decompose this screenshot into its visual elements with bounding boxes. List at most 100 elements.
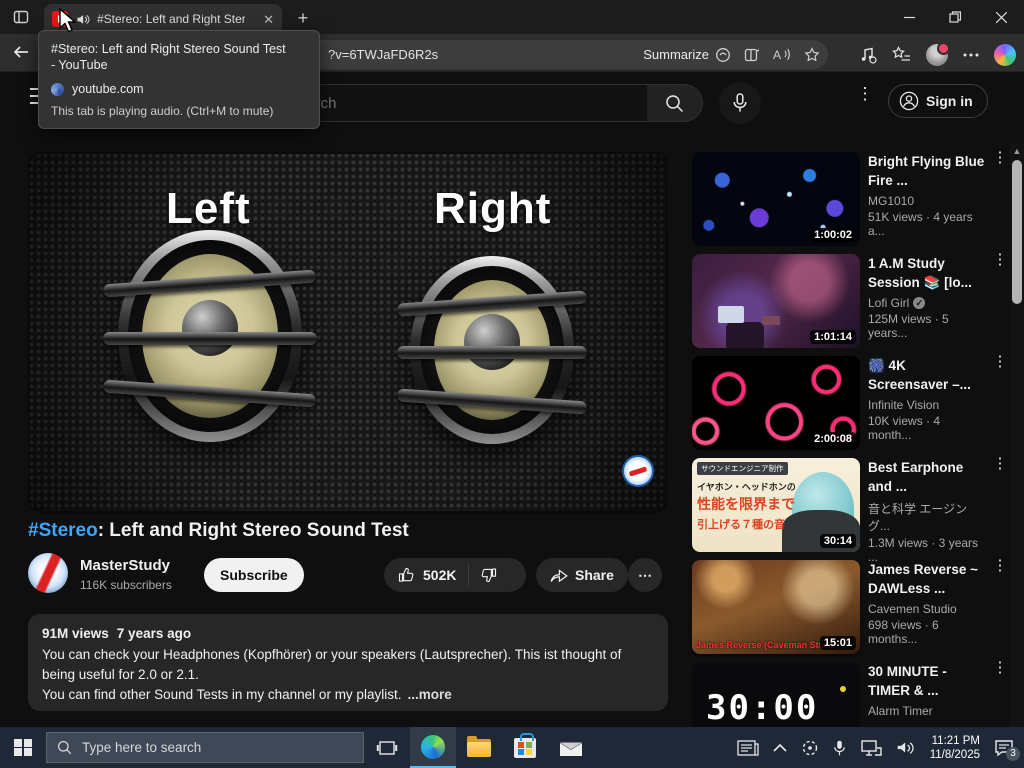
tab-close-button[interactable]: ✕ xyxy=(263,13,274,26)
taskbar-edge-button[interactable] xyxy=(410,727,456,768)
scroll-up-icon[interactable]: ▲ xyxy=(1010,144,1024,158)
read-aloud-icon[interactable]: A xyxy=(773,47,791,62)
thumbnail-text: 引上げる７種の音 xyxy=(697,519,785,531)
task-view-button[interactable] xyxy=(364,727,410,768)
video-channel[interactable]: Lofi Girl ✓ xyxy=(868,296,986,310)
verified-badge-icon: ✓ xyxy=(913,297,926,309)
restore-button[interactable] xyxy=(932,0,978,34)
favorite-star-icon[interactable] xyxy=(804,46,820,63)
channel-name[interactable]: MasterStudy xyxy=(80,557,170,574)
thumbs-down-icon xyxy=(482,568,497,582)
close-button[interactable] xyxy=(978,0,1024,34)
video-title[interactable]: Bright Flying Blue Fire ... xyxy=(868,152,986,190)
recommended-video[interactable]: 2:00:08 🎆 4K Screensaver –... Infinite Vis… xyxy=(692,354,1008,450)
edge-icon xyxy=(421,734,445,759)
hashtag-link[interactable]: #Stereo xyxy=(28,520,98,541)
subscribe-button[interactable]: Subscribe xyxy=(204,558,304,592)
recommended-video[interactable]: 1:01:14 1 A.M Study Session 📚 [lo... Lofi … xyxy=(692,252,1008,348)
video-title[interactable]: 🎆 4K Screensaver –... xyxy=(868,356,986,394)
volume-icon[interactable] xyxy=(896,739,916,756)
video-channel[interactable]: Alarm Timer xyxy=(868,704,986,718)
search-box[interactable] xyxy=(270,84,648,122)
like-button[interactable]: 502K xyxy=(384,566,468,584)
mail-button[interactable] xyxy=(548,727,594,768)
video-title[interactable]: James Reverse ~ DAWLess ... xyxy=(868,560,986,598)
clock-date: 11/8/2025 xyxy=(929,748,980,761)
video-menu-button[interactable]: ⋮ xyxy=(992,252,1008,267)
profile-avatar[interactable] xyxy=(926,41,950,66)
notification-center-button[interactable]: 3 xyxy=(994,739,1020,761)
hidden-icons-chevron[interactable] xyxy=(773,743,787,752)
windows-logo-icon xyxy=(14,738,32,757)
taskbar-clock[interactable]: 11:21 PM 11/8/2025 xyxy=(930,734,980,762)
thumbnail-text: 性能を限界まで xyxy=(697,496,795,512)
video-channel[interactable]: MG1010 xyxy=(868,194,986,208)
video-thumbnail[interactable]: James Reverse (Caveman Studio) 15:01 xyxy=(692,560,860,654)
player-left-label: Left xyxy=(166,184,251,233)
like-count: 502K xyxy=(423,567,457,583)
video-meta: 30 MINUTE - TIMER & ... Alarm Timer xyxy=(868,662,986,718)
recommended-video[interactable]: 1:00:02 Bright Flying Blue Fire ... MG1010… xyxy=(692,150,1008,246)
back-button[interactable] xyxy=(12,44,30,60)
collections-icon[interactable] xyxy=(892,46,911,63)
copilot-icon[interactable] xyxy=(994,43,1016,66)
media-playing-icon[interactable] xyxy=(859,46,877,64)
microsoft-store-button[interactable] xyxy=(502,727,548,768)
tray-mic-icon[interactable] xyxy=(833,739,846,757)
voice-search-button[interactable] xyxy=(719,82,761,124)
minimize-button[interactable] xyxy=(886,0,932,34)
video-menu-button[interactable]: ⋮ xyxy=(992,354,1008,369)
browser-titlebar: #Stereo: Left and Right Stere ✕ + xyxy=(0,0,1024,34)
browser-menu-icon[interactable] xyxy=(963,53,979,57)
video-menu-button[interactable]: ⋮ xyxy=(992,558,1008,573)
video-menu-button[interactable]: ⋮ xyxy=(992,660,1008,675)
more-link[interactable]: ...more xyxy=(407,687,451,702)
task-view-icon xyxy=(376,740,398,755)
recommended-video[interactable]: James Reverse (Caveman Studio) 15:01 James… xyxy=(692,558,1008,654)
new-tab-button[interactable]: + xyxy=(292,7,314,29)
page-scrollbar[interactable]: ▲ ▼ xyxy=(1010,144,1024,727)
split-screen-icon[interactable] xyxy=(744,47,760,63)
recommended-video[interactable]: サウンドエンジニア制作 イヤホン・ヘッドホンの 性能を限界まで 引上げる７種の音 30:… xyxy=(692,456,1008,564)
summarize-button[interactable]: Summarize xyxy=(643,47,731,63)
scrollbar-thumb[interactable] xyxy=(1012,160,1022,304)
network-icon[interactable] xyxy=(860,739,882,757)
dislike-button[interactable] xyxy=(469,566,511,584)
video-channel[interactable]: Cavemen Studio xyxy=(868,602,986,616)
sign-in-button[interactable]: Sign in xyxy=(888,84,988,118)
video-menu-button[interactable]: ⋮ xyxy=(992,456,1008,471)
video-views: 51K views · 4 years a... xyxy=(868,210,973,238)
file-explorer-button[interactable] xyxy=(456,727,502,768)
header-more-button[interactable]: ⋮ xyxy=(856,85,874,114)
video-channel[interactable]: 音と科学 エージング... xyxy=(868,500,986,534)
summarize-icon xyxy=(716,47,730,62)
recommended-video[interactable]: 30:00 30 MINUTE - TIMER & ... Alarm Timer ⋮ xyxy=(692,660,1008,727)
channel-avatar[interactable] xyxy=(28,553,68,593)
view-count: 91M views xyxy=(42,626,109,641)
video-title[interactable]: 30 MINUTE - TIMER & ... xyxy=(868,662,986,700)
news-widget-icon[interactable] xyxy=(737,739,759,757)
video-thumbnail[interactable]: サウンドエンジニア制作 イヤホン・ヘッドホンの 性能を限界まで 引上げる７種の音 30:… xyxy=(692,458,860,552)
video-player[interactable]: Left Right xyxy=(28,152,668,513)
tab-actions-button[interactable] xyxy=(10,7,32,27)
tab-tooltip: #Stereo: Left and Right Stereo Sound Tes… xyxy=(38,30,320,129)
video-thumbnail[interactable]: 1:00:02 xyxy=(692,152,860,246)
channel-subscribers: 116K subscribers xyxy=(80,578,172,592)
video-thumbnail[interactable]: 2:00:08 xyxy=(692,356,860,450)
video-title[interactable]: 1 A.M Study Session 📚 [lo... xyxy=(868,254,986,292)
search-button[interactable] xyxy=(647,84,703,122)
thumbs-up-icon xyxy=(398,568,414,582)
start-button[interactable] xyxy=(0,727,46,768)
video-menu-button[interactable]: ⋮ xyxy=(992,150,1008,165)
more-actions-button[interactable]: ⋯ xyxy=(628,558,662,592)
video-thumbnail[interactable]: 1:01:14 xyxy=(692,254,860,348)
tray-app-icon[interactable] xyxy=(801,739,819,757)
video-thumbnail[interactable]: 30:00 xyxy=(692,662,860,727)
taskbar-search[interactable]: Type here to search xyxy=(46,732,364,763)
share-button[interactable]: Share xyxy=(536,558,628,592)
description-box[interactable]: 91M views 7 years ago You can check your … xyxy=(28,614,668,711)
search-input[interactable] xyxy=(287,93,611,113)
video-title[interactable]: Best Earphone and ... xyxy=(868,458,986,496)
restore-icon xyxy=(949,11,961,23)
video-channel[interactable]: Infinite Vision xyxy=(868,398,986,412)
